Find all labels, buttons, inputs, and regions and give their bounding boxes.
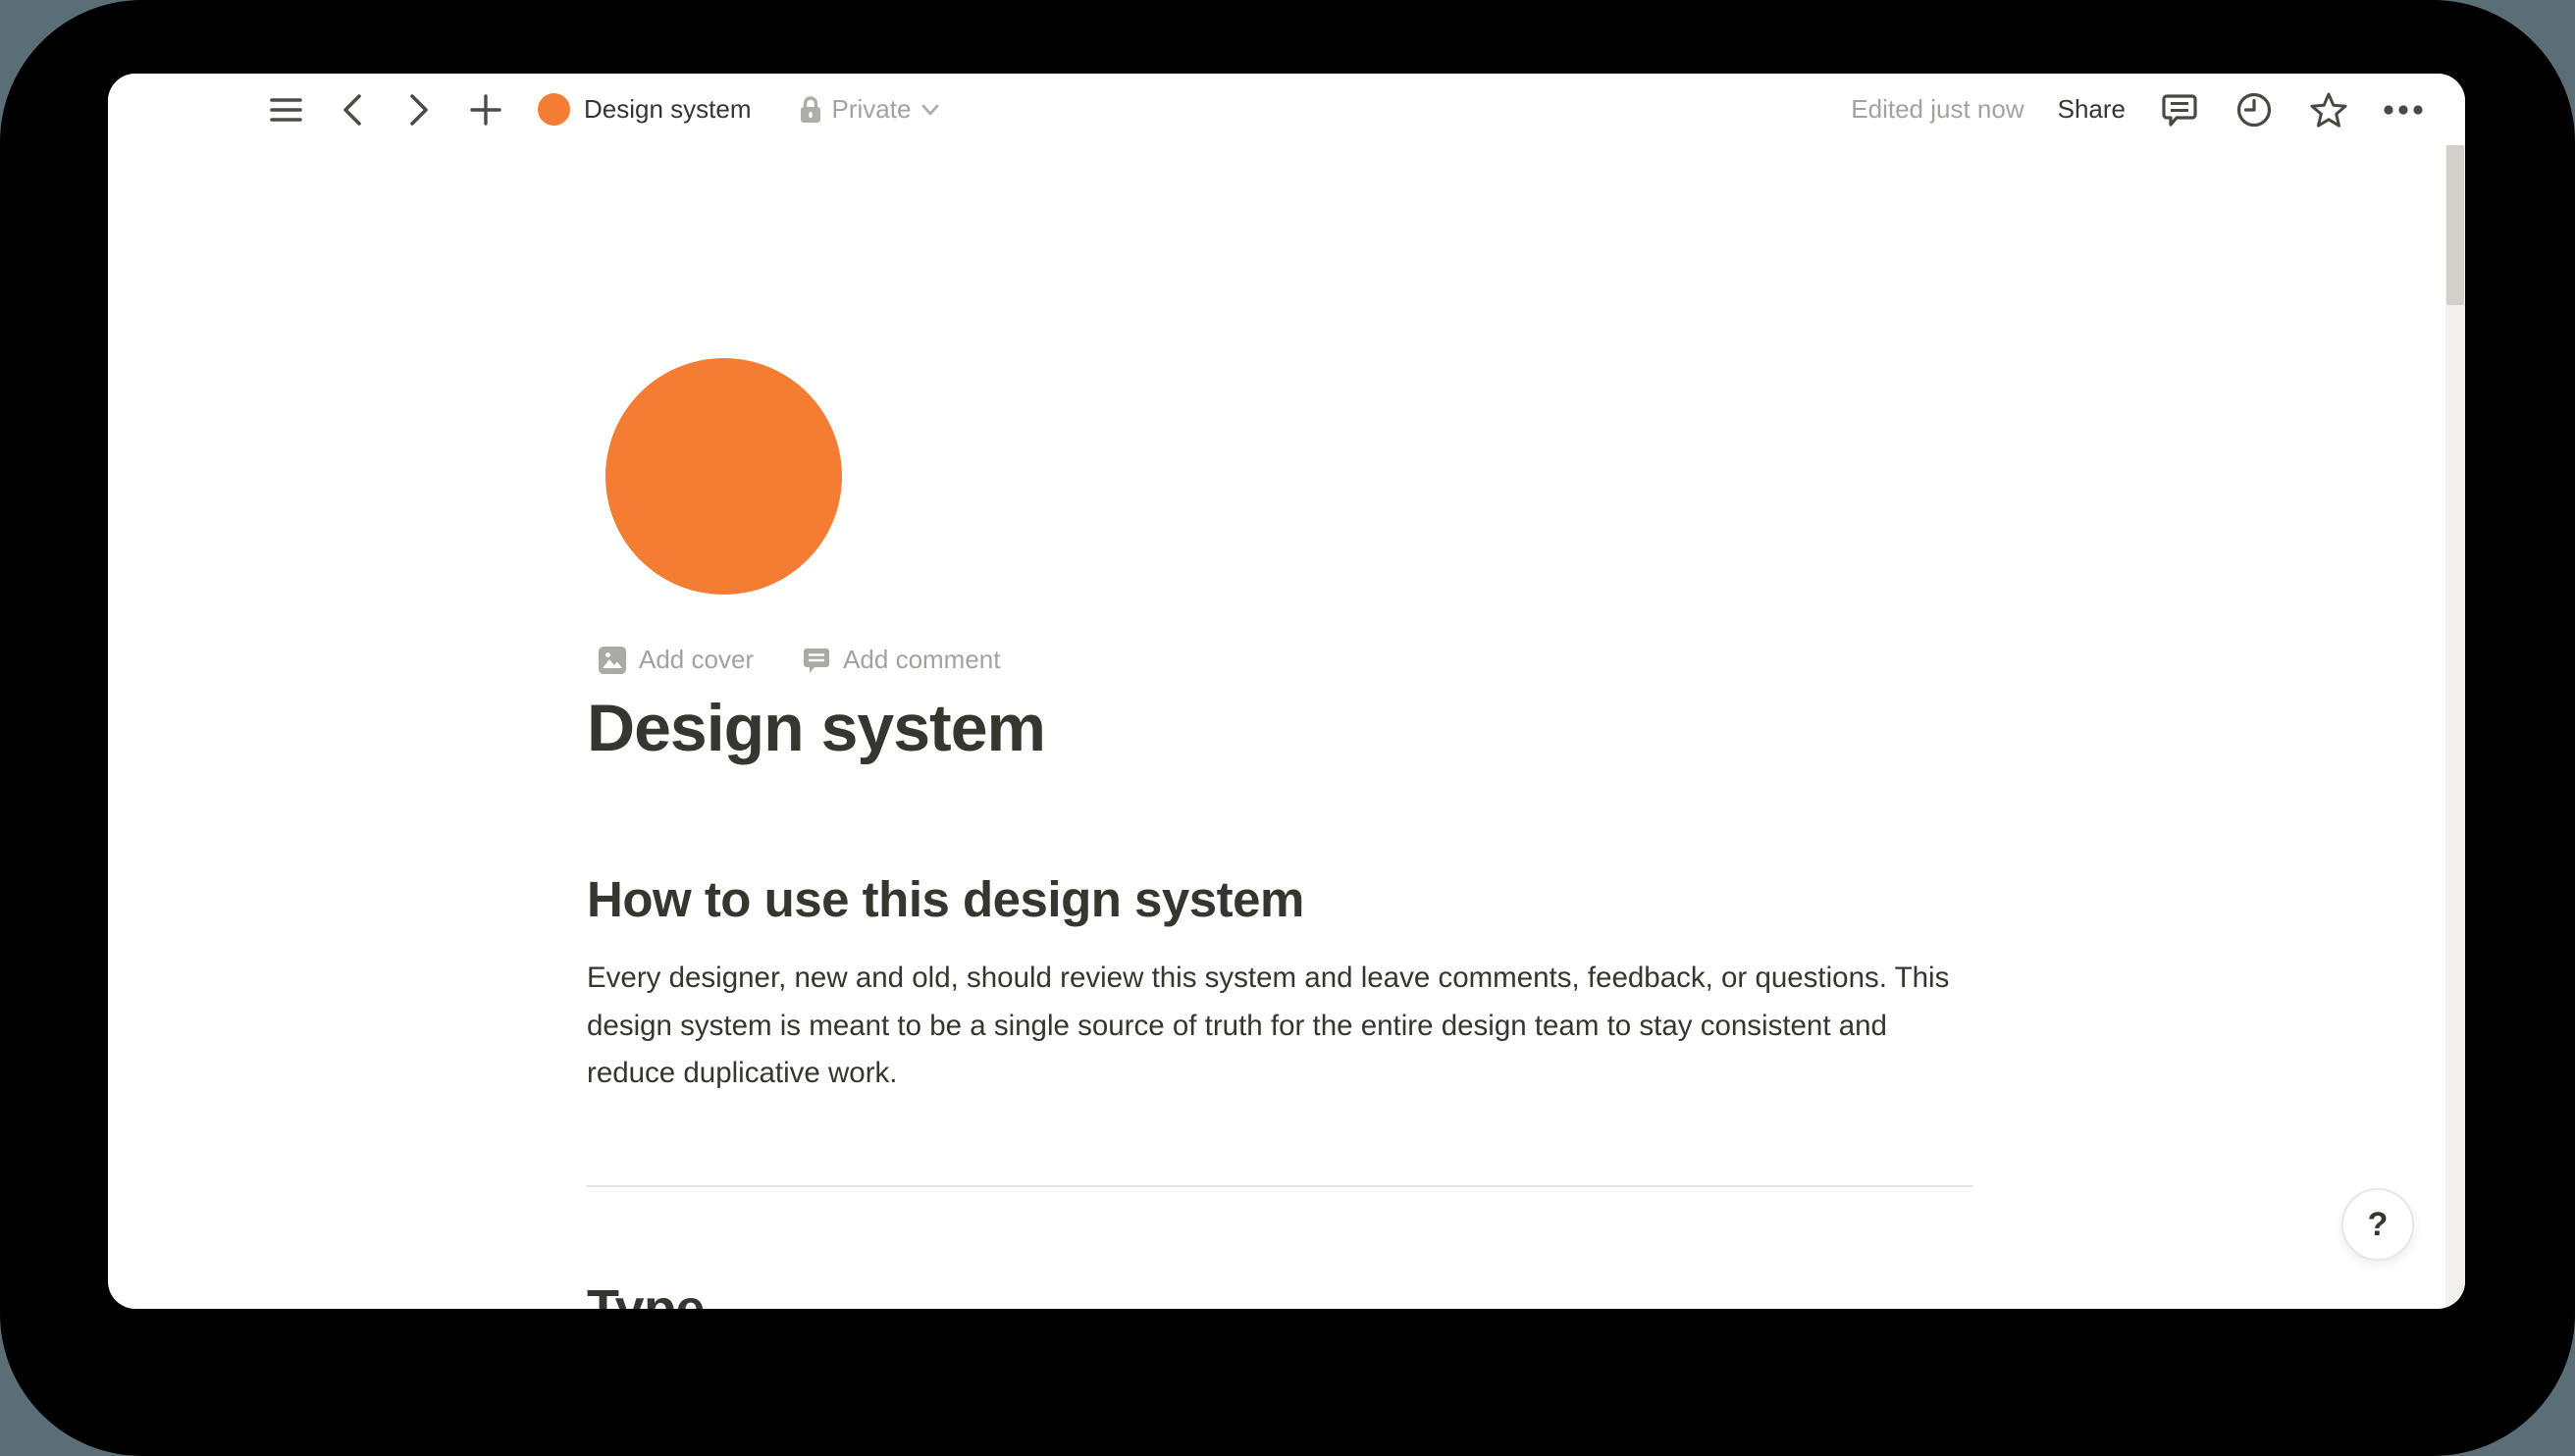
page-history-button[interactable] — [2233, 89, 2275, 130]
chevron-right-icon — [408, 93, 430, 127]
image-icon — [599, 647, 626, 674]
add-cover-label: Add cover — [639, 645, 754, 675]
lock-icon — [799, 95, 822, 125]
divider — [587, 1185, 1972, 1187]
section-paragraph[interactable]: Every designer, new and old, should revi… — [587, 955, 1951, 1098]
star-icon — [2309, 91, 2348, 129]
nav-back-button[interactable] — [332, 89, 373, 130]
ellipsis-icon — [2383, 104, 2424, 116]
more-options-button[interactable] — [2383, 89, 2424, 130]
new-page-button[interactable] — [465, 89, 506, 130]
chevron-left-icon — [342, 93, 363, 127]
toolbar-left: Design system Private — [265, 89, 940, 130]
scrollbar-thumb[interactable] — [2446, 145, 2464, 305]
favorite-button[interactable] — [2308, 89, 2349, 130]
toolbar-right: Edited just now Share — [1851, 89, 2424, 130]
sidebar-menu-button[interactable] — [265, 89, 306, 130]
breadcrumb-title: Design system — [584, 94, 752, 125]
chevron-down-icon — [920, 103, 940, 117]
comment-icon — [2161, 91, 2198, 129]
add-cover-button[interactable]: Add cover — [591, 639, 762, 681]
comment-filled-icon — [803, 647, 830, 674]
breadcrumb[interactable]: Design system — [538, 93, 752, 126]
menu-icon — [270, 96, 302, 124]
privacy-label: Private — [832, 94, 912, 125]
help-button[interactable]: ? — [2341, 1188, 2414, 1261]
plus-icon — [469, 93, 502, 127]
edited-status: Edited just now — [1851, 94, 2023, 125]
history-clock-icon — [2235, 91, 2273, 129]
add-comment-button[interactable]: Add comment — [795, 639, 1008, 681]
section-heading[interactable]: How to use this design system — [587, 870, 1304, 928]
share-button[interactable]: Share — [2058, 94, 2126, 125]
page-meta-actions: Add cover Add comment — [591, 639, 1008, 681]
page-icon-small — [538, 93, 570, 126]
page-icon[interactable] — [605, 358, 842, 595]
notion-window: Design system Private — [108, 74, 2465, 1309]
scrollbar-track[interactable] — [2445, 145, 2465, 1309]
screenshot-canvas: Design system Private — [0, 0, 2575, 1456]
next-section-heading[interactable]: Type — [587, 1278, 705, 1309]
add-comment-label: Add comment — [843, 645, 1000, 675]
comments-button[interactable] — [2159, 89, 2200, 130]
toolbar: Design system Private — [108, 74, 2465, 145]
page-title[interactable]: Design system — [587, 690, 1045, 766]
nav-forward-button[interactable] — [398, 89, 440, 130]
privacy-dropdown[interactable]: Private — [799, 94, 941, 125]
